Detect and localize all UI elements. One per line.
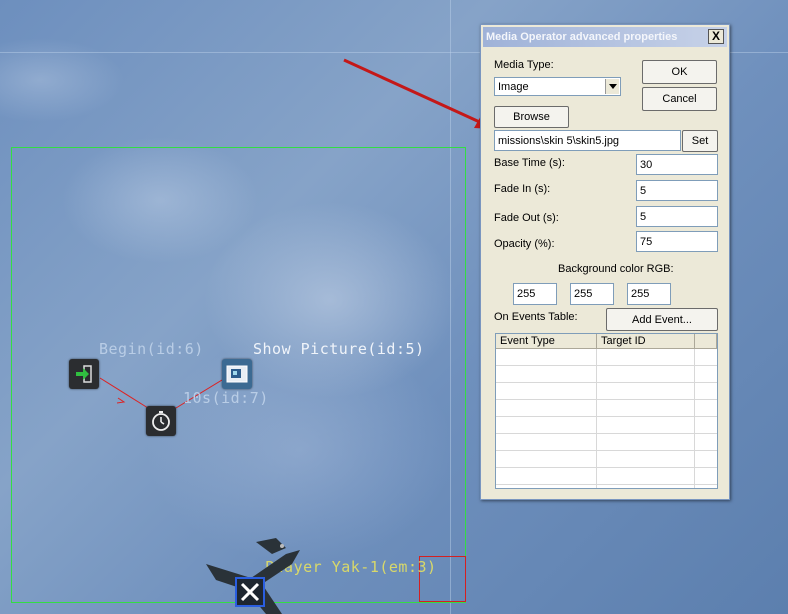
link-begin-to-timer [99, 377, 149, 409]
dialog-title: Media Operator advanced properties [486, 31, 678, 43]
table-row[interactable] [496, 451, 717, 468]
opacity-label: Opacity (%): [494, 238, 555, 250]
background-red-input[interactable]: 255 [513, 283, 557, 305]
table-row[interactable] [496, 468, 717, 485]
link-arrowhead [116, 397, 126, 404]
events-table-label: On Events Table: [494, 311, 578, 323]
column-header-spacer [695, 334, 717, 349]
timer-node-icon[interactable] [146, 406, 176, 436]
show-picture-node-icon[interactable] [222, 359, 252, 389]
fade-in-label: Fade In (s): [494, 183, 551, 195]
table-row[interactable] [496, 417, 717, 434]
timer-node-label: 10s(id:7) [183, 389, 269, 407]
dialog-titlebar[interactable]: Media Operator advanced properties X [483, 27, 727, 47]
media-path-input[interactable]: missions\skin 5\skin5.jpg [494, 130, 681, 151]
base-time-input[interactable]: 30 [636, 154, 718, 175]
browse-button[interactable]: Browse [494, 106, 569, 128]
media-operator-properties-dialog: Media Operator advanced properties X Med… [480, 24, 730, 500]
show-picture-node-label: Show Picture(id:5) [253, 340, 425, 358]
column-header-event-type[interactable]: Event Type [496, 334, 597, 349]
fade-in-input[interactable]: 5 [636, 180, 718, 201]
media-type-select[interactable]: Image [494, 77, 621, 96]
close-button[interactable]: X [708, 29, 724, 44]
events-table[interactable]: Event Type Target ID [495, 333, 718, 489]
table-row[interactable] [496, 366, 717, 383]
player-plane-node-icon[interactable] [235, 577, 265, 607]
add-event-button[interactable]: Add Event... [606, 308, 718, 331]
begin-node-icon[interactable] [69, 359, 99, 389]
media-type-value: Image [498, 80, 529, 93]
begin-node-label: Begin(id:6) [99, 340, 204, 358]
fade-out-input[interactable]: 5 [636, 206, 718, 227]
table-row[interactable] [496, 349, 717, 366]
annotation-arrow-shaft [343, 58, 485, 126]
table-row[interactable] [496, 400, 717, 417]
set-button[interactable]: Set [682, 130, 718, 152]
fade-out-label: Fade Out (s): [494, 212, 559, 224]
background-green-input[interactable]: 255 [570, 283, 614, 305]
base-time-label: Base Time (s): [494, 157, 565, 169]
chevron-down-icon[interactable] [605, 79, 619, 94]
background-color-label: Background color RGB: [558, 263, 674, 275]
ok-button[interactable]: OK [642, 60, 717, 84]
background-blue-input[interactable]: 255 [627, 283, 671, 305]
column-header-target-id[interactable]: Target ID [597, 334, 695, 349]
opacity-input[interactable]: 75 [636, 231, 718, 252]
cancel-button[interactable]: Cancel [642, 87, 717, 111]
table-row[interactable] [496, 434, 717, 451]
media-type-label: Media Type: [494, 59, 554, 71]
table-row[interactable] [496, 383, 717, 400]
